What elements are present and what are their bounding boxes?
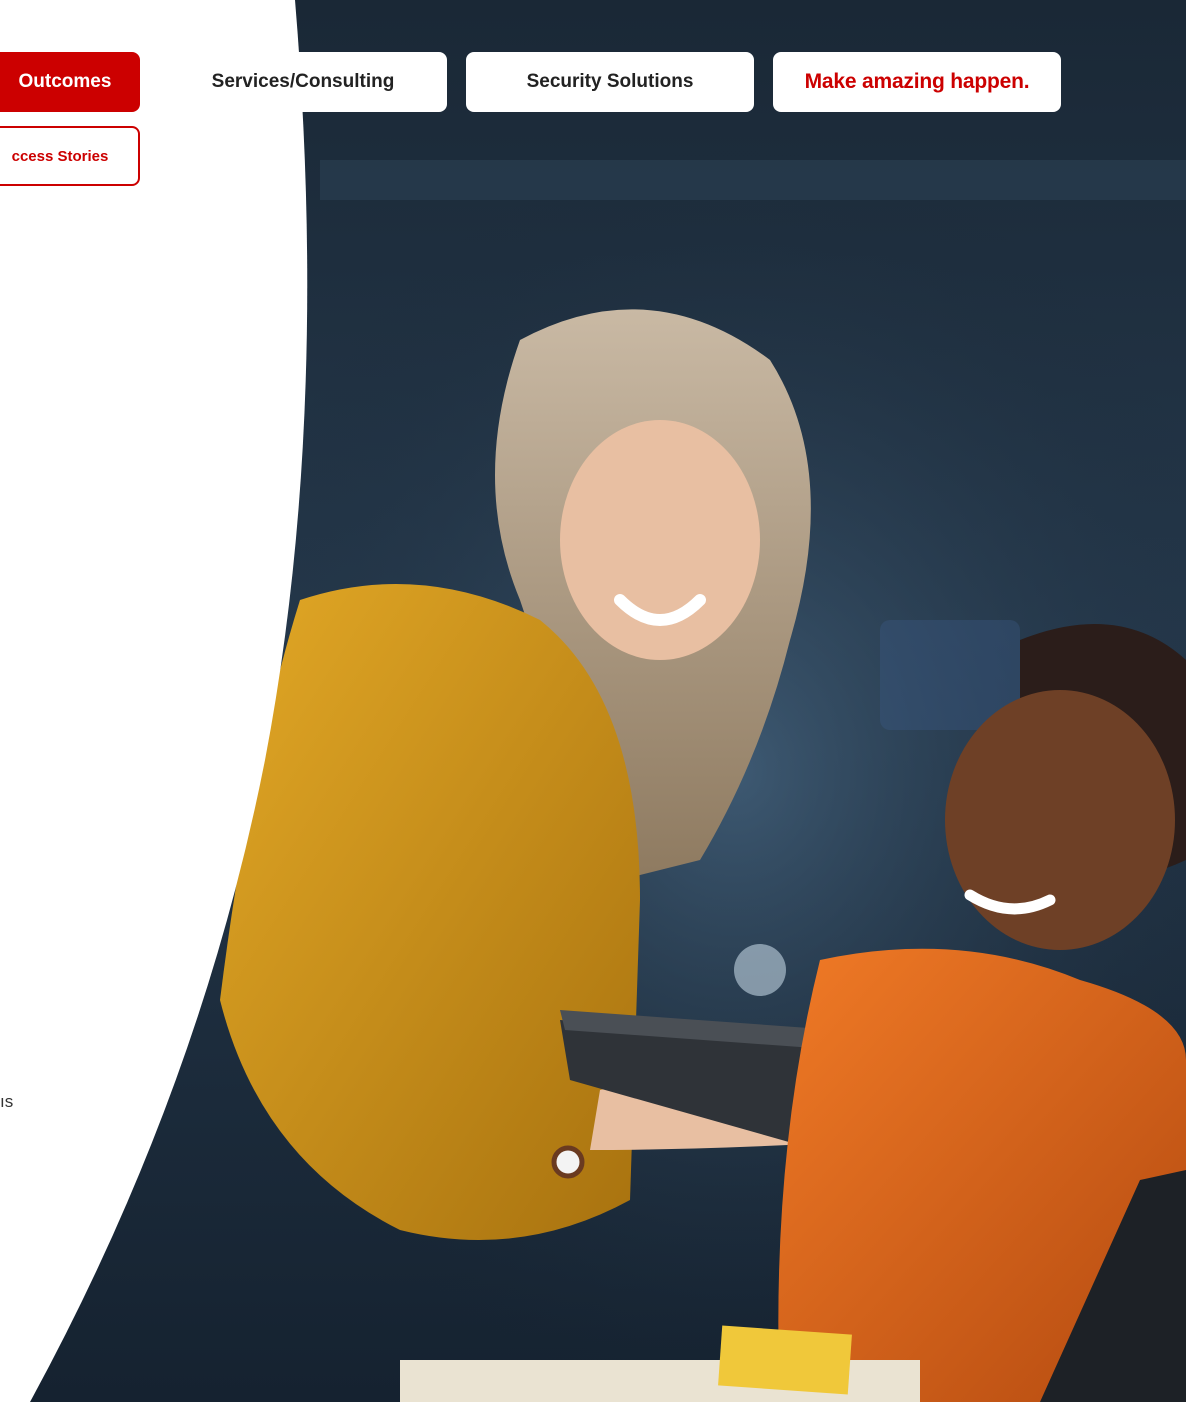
- left-text-fragment: ıs: [0, 1092, 14, 1111]
- success-stories-label: ccess Stories: [11, 147, 109, 165]
- tagline-button[interactable]: Make amazing happen.: [773, 52, 1061, 112]
- hero-section: Outcomes ccess Stories Services/Consulti…: [0, 0, 1186, 1402]
- success-stories-button[interactable]: ccess Stories: [0, 126, 140, 186]
- security-label: Security Solutions: [526, 71, 694, 92]
- services-consulting-button[interactable]: Services/Consulting: [159, 52, 447, 112]
- security-solutions-button[interactable]: Security Solutions: [466, 52, 754, 112]
- outcomes-label: Outcomes: [18, 71, 112, 92]
- services-label: Services/Consulting: [211, 71, 395, 92]
- tagline-label: Make amazing happen.: [804, 70, 1030, 93]
- outcomes-button[interactable]: Outcomes: [0, 52, 140, 112]
- white-curve-panel: [0, 0, 308, 1402]
